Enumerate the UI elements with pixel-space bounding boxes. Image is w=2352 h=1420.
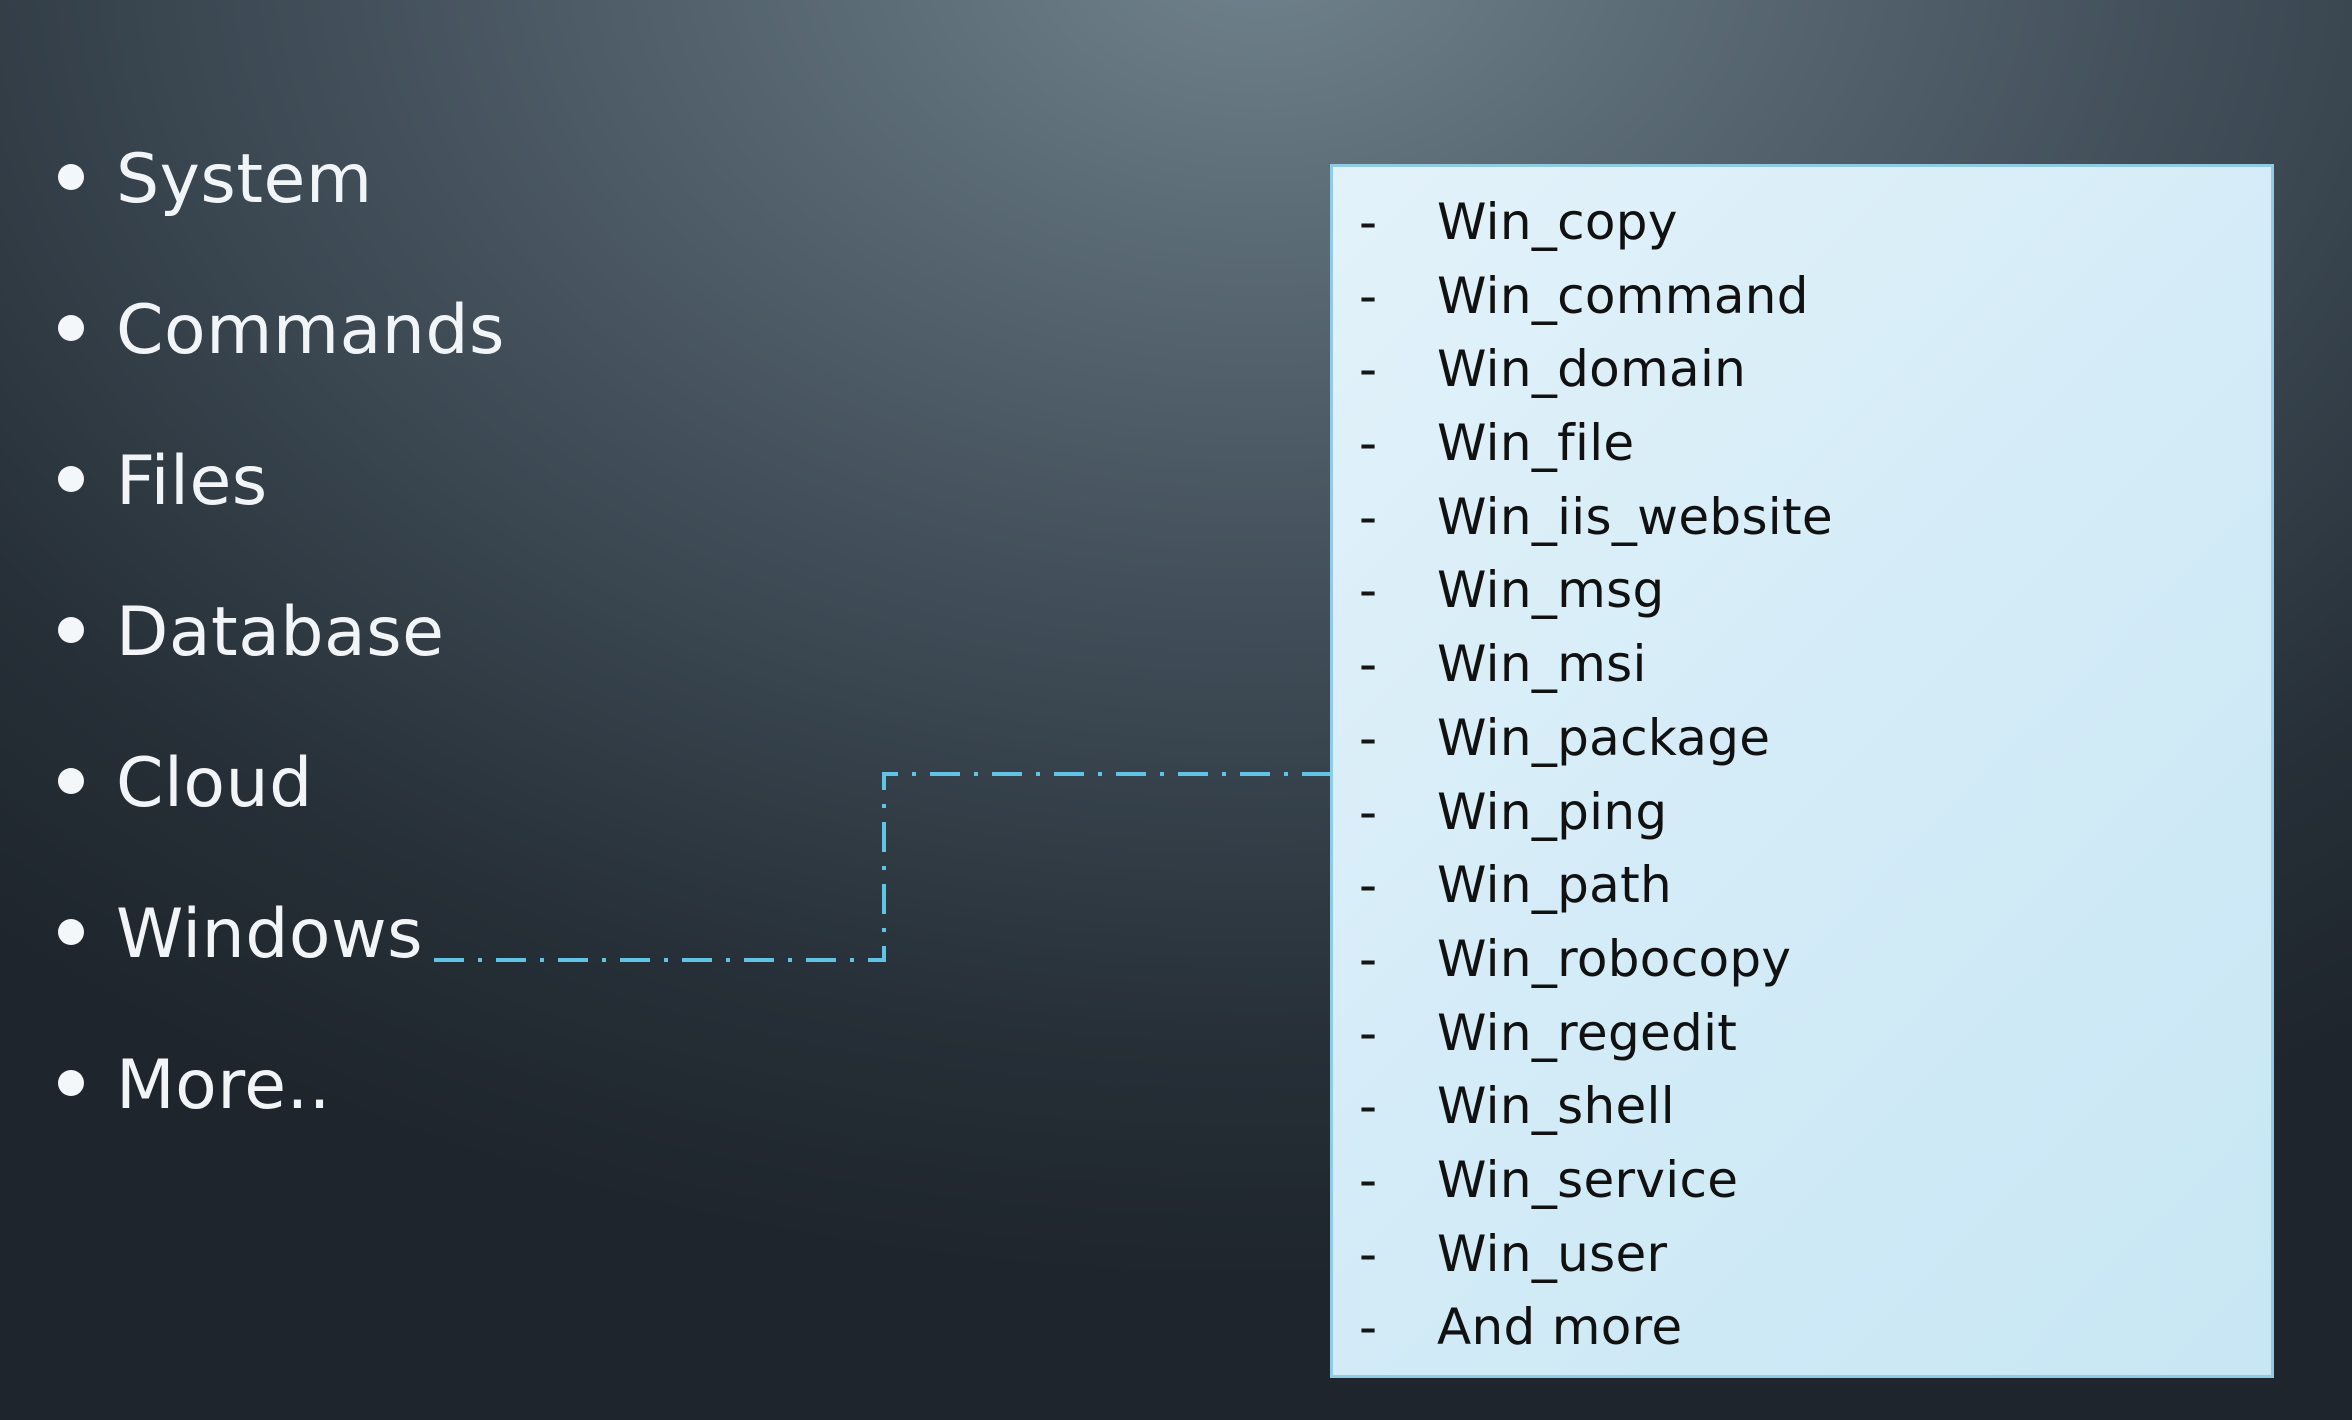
- module-item: - Win_domain: [1333, 334, 2271, 404]
- dash-marker: -: [1359, 783, 1378, 841]
- module-label: Win_iis_website: [1437, 488, 1833, 546]
- module-label: Win_regedit: [1437, 1004, 1738, 1062]
- slide: System Commands Files Database Cloud Win…: [0, 0, 2352, 1420]
- module-label: And more: [1437, 1298, 1683, 1356]
- bullet-label: Database: [116, 593, 445, 672]
- module-item: - Win_regedit: [1333, 998, 2271, 1068]
- module-label: Win_path: [1437, 856, 1672, 914]
- bullet-label: Files: [116, 442, 268, 521]
- module-label: Win_package: [1437, 709, 1771, 767]
- dash-marker: -: [1359, 414, 1378, 472]
- module-item: - Win_command: [1333, 261, 2271, 331]
- module-label: Win_ping: [1437, 783, 1668, 841]
- windows-modules-panel: - Win_copy - Win_command - Win_domain - …: [1330, 164, 2274, 1378]
- module-label: Win_robocopy: [1437, 930, 1792, 988]
- module-item: - Win_ping: [1333, 777, 2271, 847]
- module-item: - Win_file: [1333, 408, 2271, 478]
- bullet-label: Windows: [116, 895, 424, 974]
- dash-marker: -: [1359, 1225, 1378, 1283]
- module-item: - And more: [1333, 1292, 2271, 1362]
- dash-marker: -: [1359, 856, 1378, 914]
- bullet-dot-icon: [58, 768, 84, 794]
- module-label: Win_msg: [1437, 561, 1665, 619]
- module-label: Win_copy: [1437, 193, 1678, 251]
- module-item: - Win_copy: [1333, 187, 2271, 257]
- dash-marker: -: [1359, 635, 1378, 693]
- dash-marker: -: [1359, 561, 1378, 619]
- bullet-label: More..: [116, 1046, 331, 1125]
- module-label: Win_msi: [1437, 635, 1647, 693]
- dash-marker: -: [1359, 488, 1378, 546]
- bullet-dot-icon: [58, 466, 84, 492]
- dash-marker: -: [1359, 1298, 1378, 1356]
- module-item: - Win_service: [1333, 1145, 2271, 1215]
- module-item: - Win_shell: [1333, 1071, 2271, 1141]
- bullet-label: Commands: [116, 291, 505, 370]
- bullet-dot-icon: [58, 617, 84, 643]
- bullet-dot-icon: [58, 315, 84, 341]
- bullet-label: System: [116, 140, 373, 219]
- bullet-label: Cloud: [116, 744, 313, 823]
- module-label: Win_service: [1437, 1151, 1739, 1209]
- connector-path: [434, 772, 1330, 962]
- module-label: Win_command: [1437, 267, 1809, 325]
- dash-marker: -: [1359, 193, 1378, 251]
- module-item: - Win_path: [1333, 850, 2271, 920]
- dash-marker: -: [1359, 1151, 1378, 1209]
- dash-marker: -: [1359, 709, 1378, 767]
- dash-marker: -: [1359, 1004, 1378, 1062]
- dash-marker: -: [1359, 267, 1378, 325]
- module-label: Win_user: [1437, 1225, 1668, 1283]
- dash-marker: -: [1359, 930, 1378, 988]
- module-label: Win_file: [1437, 414, 1635, 472]
- module-item: - Win_iis_website: [1333, 482, 2271, 552]
- bullet-dot-icon: [58, 1070, 84, 1096]
- module-item: - Win_msg: [1333, 555, 2271, 625]
- dash-marker: -: [1359, 1077, 1378, 1135]
- module-item: - Win_robocopy: [1333, 924, 2271, 994]
- module-label: Win_domain: [1437, 340, 1747, 398]
- module-item: - Win_user: [1333, 1219, 2271, 1289]
- dash-marker: -: [1359, 340, 1378, 398]
- module-label: Win_shell: [1437, 1077, 1675, 1135]
- module-item: - Win_msi: [1333, 629, 2271, 699]
- module-item: - Win_package: [1333, 703, 2271, 773]
- bullet-dot-icon: [58, 919, 84, 945]
- bullet-dot-icon: [58, 164, 84, 190]
